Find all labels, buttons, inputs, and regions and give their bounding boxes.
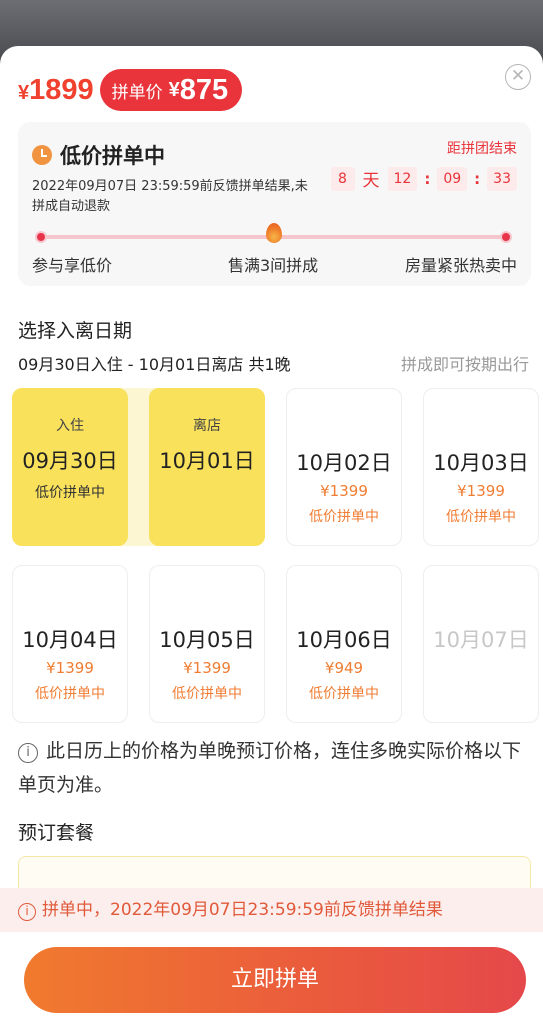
day-date: 10月03日 (433, 451, 529, 475)
day-price: ¥1399 (46, 659, 94, 677)
price-note-text: 此日历上的价格为单晚预订价格，连住多晚实际价格以下单页为准。 (18, 740, 522, 796)
day-date: 10月07日 (433, 628, 529, 652)
day-status: 低价拼单中 (35, 485, 105, 501)
calendar-day: 10月07日 (423, 565, 539, 723)
progress-dot-start (35, 231, 47, 243)
deadline-label: 距拼团结束 (447, 141, 517, 157)
day-status: 低价拼单中 (309, 686, 379, 702)
info-icon: i (18, 903, 36, 921)
calendar-day[interactable]: 10月04日 ¥1399 低价拼单中 (12, 565, 128, 723)
countdown-day-unit: 天 (362, 171, 380, 191)
day-tag: 入住 (56, 418, 84, 434)
calendar-day[interactable]: 离店 10月01日 (149, 388, 265, 546)
day-status: 低价拼单中 (35, 686, 105, 702)
calendar-day[interactable]: 10月05日 ¥1399 低价拼单中 (149, 565, 265, 723)
day-price: ¥1399 (457, 482, 505, 500)
calendar-day[interactable]: 入住 09月30日低价拼单中 (12, 388, 128, 546)
group-price-label: 拼单价 (111, 82, 163, 103)
day-status: 低价拼单中 (172, 686, 242, 702)
calendar-day[interactable]: 10月06日 ¥949 低价拼单中 (286, 565, 402, 723)
price-row: ¥1899 拼单价 ¥ 875 (18, 68, 243, 112)
info-icon: i (18, 743, 38, 763)
day-date: 10月04日 (22, 628, 118, 652)
countdown-seconds: 33 (487, 166, 517, 191)
countdown-timer: 8 天 12 : 09 : 33 (330, 166, 517, 191)
calendar-day[interactable]: 10月02日 ¥1399 低价拼单中 (286, 388, 402, 546)
day-price: ¥949 (324, 659, 364, 677)
date-hint: 拼成即可按期出行 (400, 355, 529, 374)
clock-icon (32, 145, 52, 165)
stage-label-1: 参与享低价 (32, 256, 113, 275)
calendar-day[interactable]: 10月03日 ¥1399 低价拼单中 (423, 388, 539, 546)
countdown-minutes: 09 (437, 166, 468, 191)
join-group-button[interactable]: 立即拼单 (24, 947, 526, 1013)
day-date: 10月05日 (159, 628, 255, 652)
group-status-banner: i 拼单中，2022年09月07日23:59:59前反馈拼单结果 (0, 888, 543, 932)
day-status: 低价拼单中 (446, 509, 516, 525)
countdown-hours: 12 (387, 166, 418, 191)
day-status: 低价拼单中 (309, 509, 379, 525)
stage-label-3: 房量紧张热卖中 (404, 256, 517, 275)
date-section-title: 选择入离日期 (18, 320, 133, 342)
day-date: 09月30日 (22, 449, 118, 473)
group-price-pill: 拼单价 ¥ 875 (99, 69, 243, 111)
group-price-amount: 875 (179, 73, 229, 106)
day-date: 10月06日 (296, 628, 392, 652)
close-icon[interactable]: ✕ (505, 64, 531, 90)
day-price: ¥1399 (183, 659, 231, 677)
group-status-description: 2022年09月07日 23:59:59前反馈拼单结果,未拼成自动退款 (32, 179, 308, 214)
flame-icon (266, 223, 282, 243)
day-date: 10月02日 (296, 451, 392, 475)
stage-label-2: 售满3间拼成 (228, 256, 319, 275)
original-price: ¥1899 (18, 73, 94, 106)
group-status-card: 低价拼单中 距拼团结束 2022年09月07日 23:59:59前反馈拼单结果,… (18, 122, 531, 286)
banner-text: 拼单中，2022年09月07日23:59:59前反馈拼单结果 (42, 900, 443, 920)
group-status-title: 低价拼单中 (32, 140, 165, 170)
date-summary: 09月30日入住 - 10月01日离店 共1晚 (18, 355, 291, 374)
progress-dot-end (500, 231, 512, 243)
booking-sheet: ¥1899 拼单价 ¥ 875 ✕ 低价拼单中 距拼团结束 2022年09月07… (0, 46, 543, 1035)
day-price: ¥1399 (320, 482, 368, 500)
price-note: i 此日历上的价格为单晚预订价格，连住多晚实际价格以下单页为准。 (18, 734, 523, 802)
countdown-days: 8 (330, 166, 355, 191)
package-section-title: 预订套餐 (18, 822, 95, 844)
day-date: 10月01日 (159, 449, 255, 473)
day-tag: 离店 (193, 418, 221, 434)
